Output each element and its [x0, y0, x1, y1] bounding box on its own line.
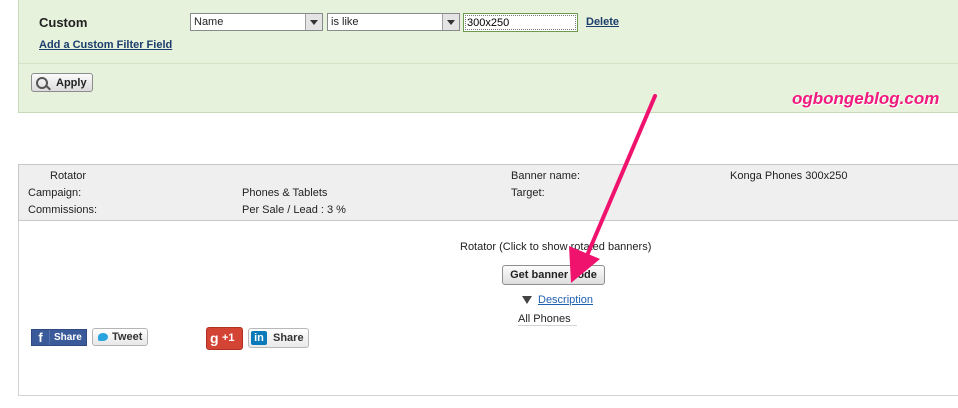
- google-plus-one-button[interactable]: g +1: [206, 327, 243, 350]
- chevron-down-icon: [442, 14, 459, 30]
- chevron-down-icon: [305, 14, 322, 30]
- get-banner-code-button[interactable]: Get banner code: [502, 265, 605, 285]
- filter-operator-value: is like: [331, 16, 359, 28]
- add-custom-filter-link[interactable]: Add a Custom Filter Field: [39, 39, 172, 51]
- banner-name-label: Banner name:: [511, 170, 581, 182]
- delete-filter-link[interactable]: Delete: [586, 16, 619, 28]
- triangle-down-icon[interactable]: [522, 296, 532, 304]
- filter-field-select[interactable]: Name: [190, 13, 323, 31]
- filter-value-input[interactable]: [463, 13, 578, 32]
- apply-button-label: Apply: [56, 77, 87, 89]
- banner-info-box: Rotator Campaign: Phones & Tablets Commi…: [18, 164, 958, 221]
- rotator-caption[interactable]: Rotator (Click to show rotated banners): [460, 241, 651, 253]
- commissions-label: Commissions:: [28, 204, 98, 216]
- apply-button[interactable]: Apply: [31, 73, 93, 92]
- linkedin-share-label: Share: [273, 332, 304, 344]
- tweet-button[interactable]: Tweet: [92, 328, 148, 346]
- plus-one-label: +1: [222, 332, 235, 344]
- twitter-bird-icon: [98, 333, 108, 341]
- banner-name-value: Konga Phones 300x250: [730, 170, 848, 182]
- target-label: Target:: [511, 187, 545, 199]
- facebook-share-label: Share: [54, 332, 82, 343]
- facebook-share-button[interactable]: f Share: [31, 329, 87, 346]
- banner-type: Rotator: [50, 170, 87, 182]
- campaign-label: Campaign:: [28, 187, 82, 199]
- filter-operator-select[interactable]: is like: [327, 13, 460, 31]
- search-icon: [36, 77, 48, 89]
- custom-filter-label: Custom: [39, 15, 88, 30]
- linkedin-icon: in: [251, 331, 267, 345]
- campaign-value: Phones & Tablets: [242, 187, 328, 199]
- google-plus-icon: g: [210, 330, 219, 346]
- watermark: ogbongeblog.com: [792, 89, 940, 108]
- description-link[interactable]: Description: [538, 294, 593, 306]
- commissions-value: Per Sale / Lead : 3 %: [242, 204, 346, 216]
- custom-filter-row: Custom Add a Custom Filter Field Name is…: [19, 0, 958, 64]
- description-value: All Phones: [518, 313, 577, 326]
- filter-field-value: Name: [194, 16, 224, 28]
- linkedin-share-button[interactable]: in Share: [248, 328, 309, 348]
- facebook-icon: f: [32, 330, 50, 345]
- tweet-label: Tweet: [112, 331, 143, 343]
